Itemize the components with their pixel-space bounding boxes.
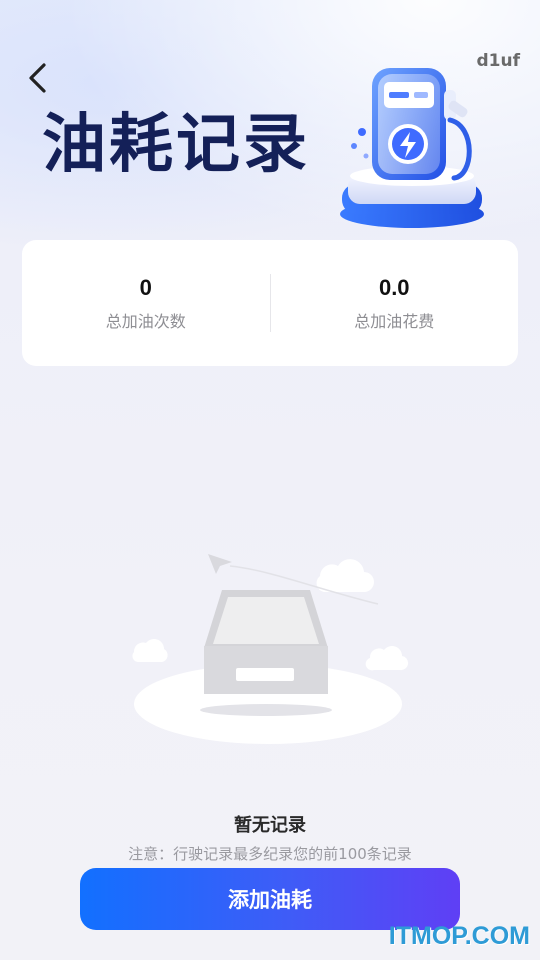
chevron-left-icon [29,63,46,93]
back-button[interactable] [22,60,54,96]
page-title: 油耗记录 [42,108,310,182]
total-refuel-cost: 0.0 总加油花费 [271,274,519,332]
stats-card: 0 总加油次数 0.0 总加油花费 [22,240,518,366]
empty-state-title: 暂无记录 [234,815,306,836]
empty-box-icon [132,554,409,744]
stat-label: 总加油花费 [354,312,435,331]
add-fuel-record-button[interactable]: 添加油耗 [80,868,460,930]
empty-state-note: 注意：行驶记录最多纪录您的前100条记录 [128,845,412,863]
stat-label: 总加油次数 [105,312,186,331]
stat-value: 0 [139,275,152,300]
site-watermark: ITMOP.COM [388,922,530,950]
fuel-pump-icon [340,68,484,228]
stat-value: 0.0 [378,275,410,300]
total-refuel-count: 0 总加油次数 [22,274,270,332]
